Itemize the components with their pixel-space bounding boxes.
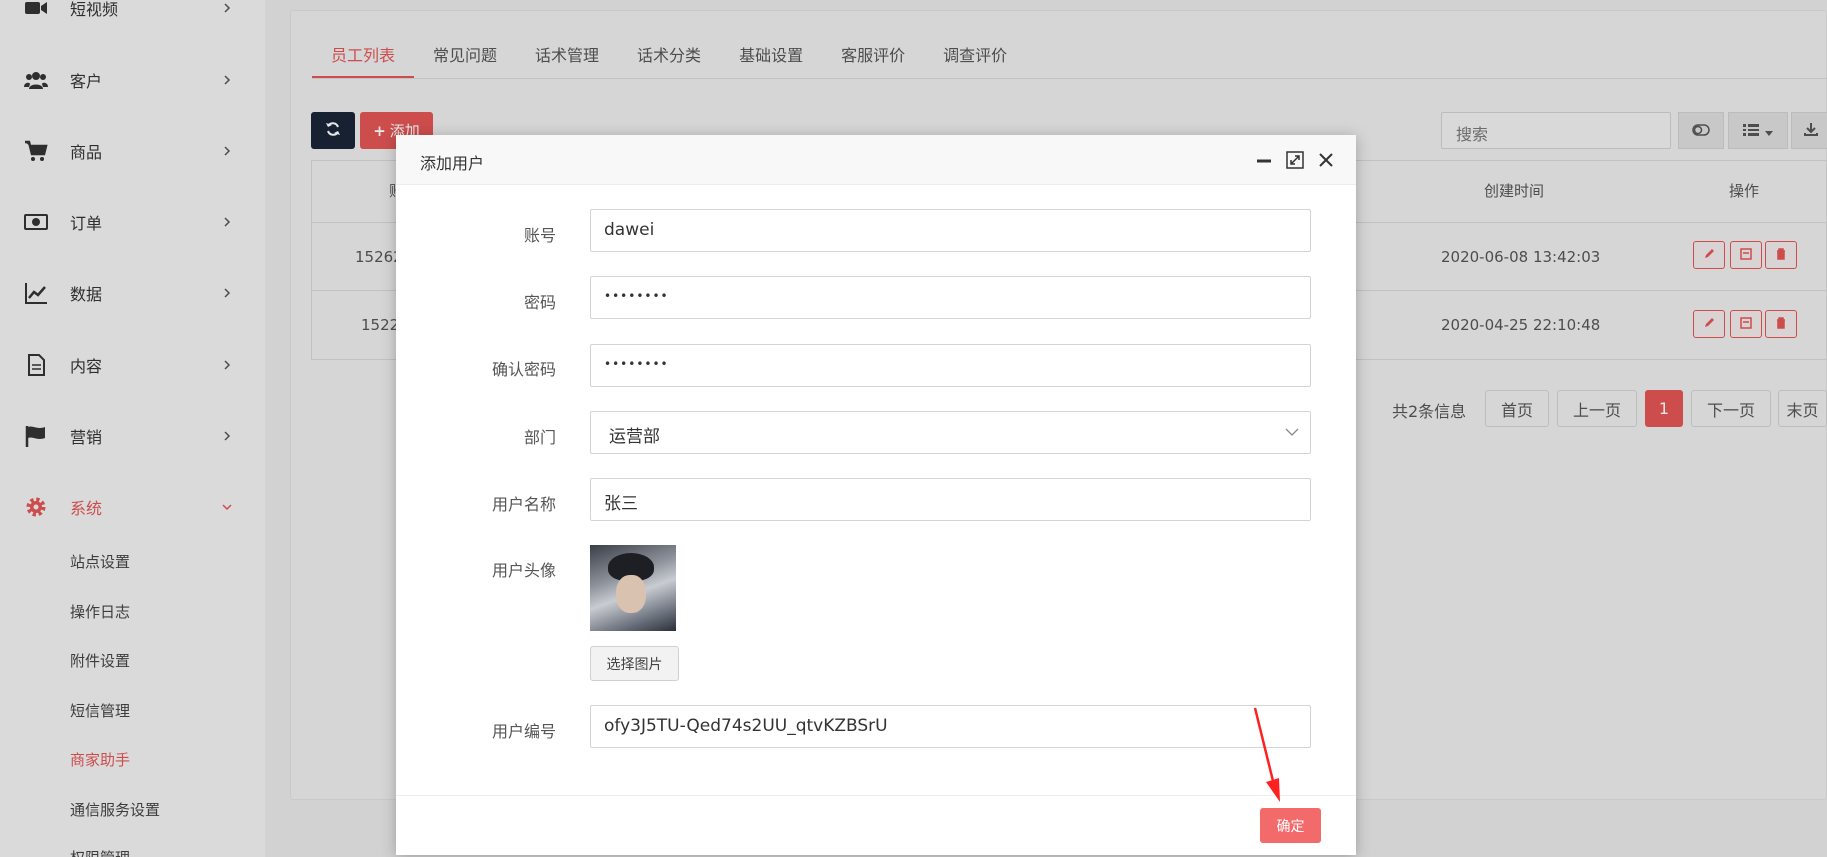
username-label: 用户名称 <box>491 495 556 514</box>
chevron-down-icon <box>1284 424 1300 440</box>
maximize-icon[interactable] <box>1285 150 1305 170</box>
dialog-title: 添加用户 <box>420 154 485 173</box>
account-field[interactable]: dawei <box>590 209 1311 252</box>
choose-image-button[interactable]: 选择图片 <box>590 646 679 681</box>
user-code-field[interactable]: ofy3J5TU-Qed74s2UU_qtvKZBSrU <box>590 705 1311 748</box>
department-value: 运营部 <box>609 427 660 447</box>
annotation-arrow <box>1253 707 1280 802</box>
avatar-label: 用户头像 <box>491 561 556 580</box>
user-code-label: 用户编号 <box>491 722 556 741</box>
department-select[interactable]: 运营部 <box>590 411 1311 454</box>
confirm-button[interactable]: 确定 <box>1260 808 1321 843</box>
account-label: 账号 <box>523 226 556 245</box>
dialog-footer-divider <box>396 795 1356 796</box>
minimize-icon[interactable] <box>1254 150 1274 170</box>
password-label: 密码 <box>523 293 556 312</box>
confirm-password-label: 确认密码 <box>491 360 556 379</box>
confirm-password-field[interactable]: •••••••• <box>590 344 1311 387</box>
avatar <box>590 545 676 631</box>
avatar-face <box>616 575 646 613</box>
department-label: 部门 <box>523 428 556 447</box>
add-user-dialog: 添加用户 账号 dawei 密码 •••••••• 确认密码 •••••••• … <box>396 135 1356 855</box>
password-field[interactable]: •••••••• <box>590 276 1311 319</box>
dialog-header: 添加用户 <box>396 135 1356 185</box>
close-icon[interactable] <box>1316 150 1336 170</box>
username-field[interactable]: 张三 <box>590 478 1311 521</box>
